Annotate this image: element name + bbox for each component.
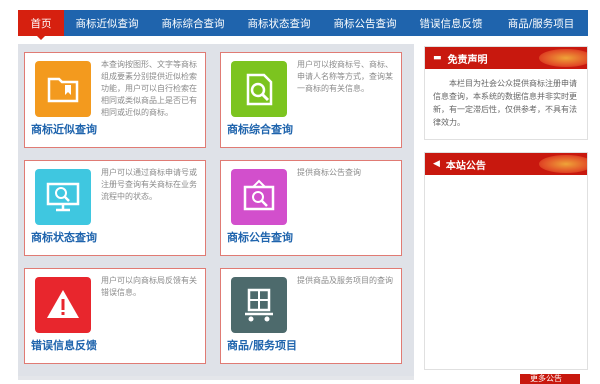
- card-title: 错误信息反馈: [31, 339, 97, 352]
- cart-icon: [231, 277, 287, 333]
- card-similar-search[interactable]: 商标近似查询 本查询按图形、文字等商标组成要素分别提供近似检索功能，用户可以自行…: [24, 52, 206, 148]
- nav-comprehensive-search[interactable]: 商标综合查询: [150, 10, 236, 36]
- notice-header: ◀ 本站公告: [425, 153, 587, 175]
- nav-goods-services[interactable]: 商品/服务项目: [494, 10, 588, 36]
- card-error-feedback[interactable]: 错误信息反馈 用户可以向商标局反馈有关错误信息。: [24, 268, 206, 364]
- nav-similar-search[interactable]: 商标近似查询: [64, 10, 150, 36]
- document-search-icon: [231, 61, 287, 117]
- main-content: 商标近似查询 本查询按图形、文字等商标组成要素分别提供近似检索功能，用户可以自行…: [18, 44, 414, 376]
- card-comprehensive-search[interactable]: 商标综合查询 用户可以按商标号、商标、申请人名称等方式，查询某一商标的有关信息。: [220, 52, 402, 148]
- monitor-search-icon: [35, 169, 91, 225]
- speaker-icon: ◀: [433, 159, 440, 169]
- card-goods-services[interactable]: 商品/服务项目 提供商品及服务项目的查询: [220, 268, 402, 364]
- card-title: 商标公告查询: [227, 231, 293, 244]
- top-navigation: 首页 商标近似查询 商标综合查询 商标状态查询 商标公告查询 错误信息反馈 商品…: [18, 10, 588, 40]
- card-description: 用户可以向商标局反馈有关错误信息。: [101, 276, 197, 297]
- board-search-icon: [231, 169, 287, 225]
- card-description: 提供商标公告查询: [297, 168, 361, 177]
- folder-bookmark-icon: [35, 61, 91, 117]
- monitor-icon: ▬: [433, 53, 442, 63]
- card-title: 商品/服务项目: [227, 339, 298, 352]
- nav-home[interactable]: 首页: [18, 10, 64, 40]
- card-description: 提供商品及服务项目的查询: [297, 276, 393, 285]
- nav-status-search[interactable]: 商标状态查询: [236, 10, 322, 36]
- notice-panel: ◀ 本站公告: [424, 152, 588, 370]
- sidebar: ▬ 免责声明 本栏目为社会公众提供商标注册申请信息查询，本系统的数据信息并非实时…: [424, 46, 588, 370]
- card-title: 商标近似查询: [31, 123, 97, 136]
- card-description: 用户可以按商标号、商标、申请人名称等方式，查询某一商标的有关信息。: [297, 60, 393, 93]
- card-announcement-search[interactable]: 商标公告查询 提供商标公告查询: [220, 160, 402, 256]
- decorative-swirl: [539, 155, 587, 173]
- card-description: 用户可以通过商标申请号或注册号查询有关商标在业务流程中的状态。: [101, 168, 197, 201]
- disclaimer-panel: ▬ 免责声明 本栏目为社会公众提供商标注册申请信息查询，本系统的数据信息并非实时…: [424, 46, 588, 140]
- card-description: 本查询按图形、文字等商标组成要素分别提供近似检索功能，用户可以自行检索在相同或类…: [101, 60, 197, 117]
- disclaimer-text: 本栏目为社会公众提供商标注册申请信息查询，本系统的数据信息并非实时更新，有一定滞…: [433, 79, 577, 127]
- warning-icon: [35, 277, 91, 333]
- disclaimer-header: ▬ 免责声明: [425, 47, 587, 69]
- card-title: 商标状态查询: [31, 231, 97, 244]
- decorative-swirl: [539, 49, 587, 67]
- bottom-divider: [18, 376, 414, 380]
- card-title: 商标综合查询: [227, 123, 293, 136]
- notice-title: 本站公告: [445, 160, 486, 172]
- more-announcements-link[interactable]: 更多公告: [520, 374, 580, 384]
- nav-error-feedback[interactable]: 错误信息反馈: [408, 10, 494, 36]
- card-status-search[interactable]: 商标状态查询 用户可以通过商标申请号或注册号查询有关商标在业务流程中的状态。: [24, 160, 206, 256]
- disclaimer-title: 免责声明: [447, 54, 488, 66]
- nav-announcement-search[interactable]: 商标公告查询: [322, 10, 408, 36]
